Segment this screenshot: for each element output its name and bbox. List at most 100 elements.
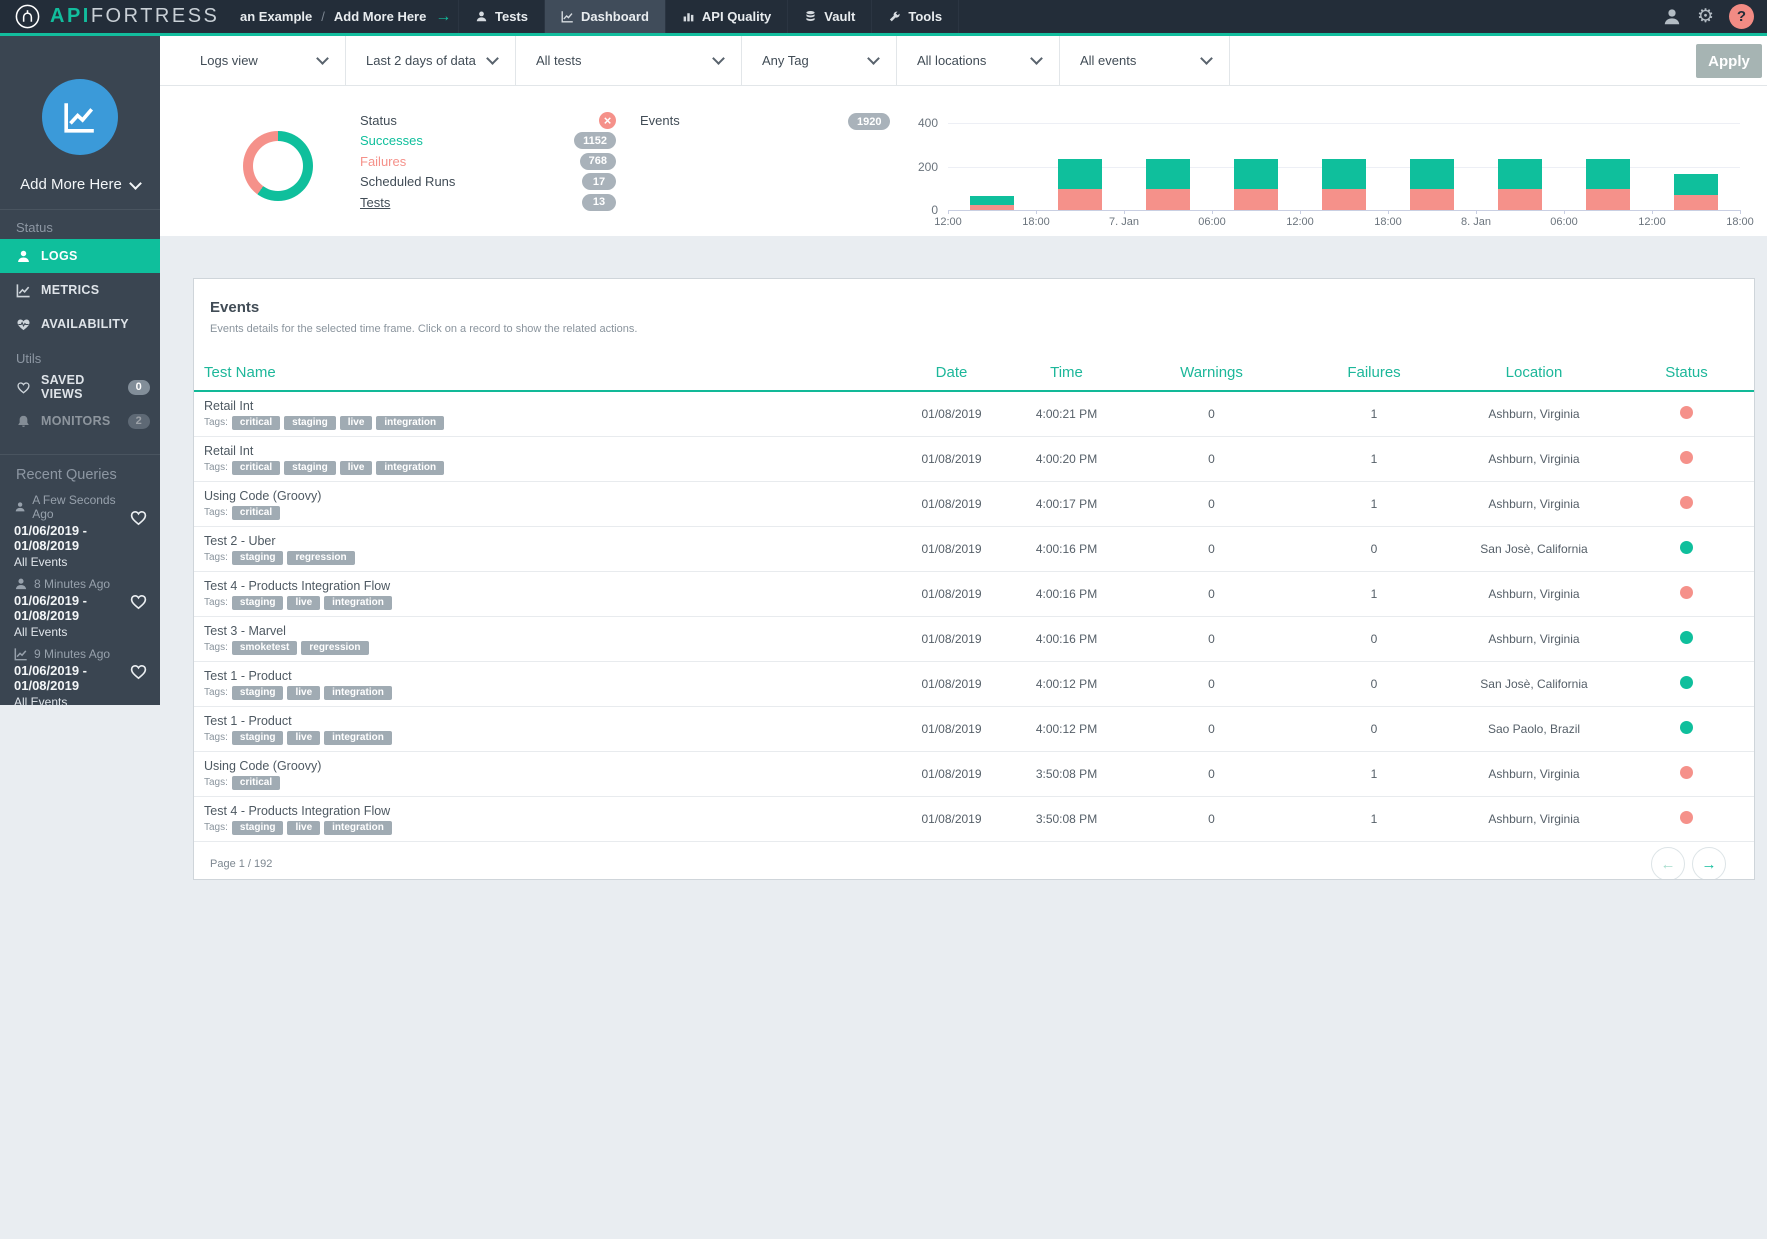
recent-query[interactable]: 8 Minutes Ago01/06/2019 - 01/08/2019All … [14, 577, 160, 639]
warnings-cell: 0 [1119, 722, 1304, 736]
filter-dropdown-label: Last 2 days of data [366, 53, 476, 68]
sidebar-item-monitors[interactable]: MONITORS2 [0, 404, 160, 438]
legend-count-badge: 17 [582, 173, 616, 190]
test-name: Test 4 - Products Integration Flow [204, 579, 889, 593]
y-axis-label: 200 [890, 160, 938, 174]
user-account-icon[interactable] [1662, 7, 1682, 27]
breadcrumb-separator: / [321, 9, 325, 24]
filter-dropdown-logs-view[interactable]: Logs view [160, 36, 346, 85]
arrow-right-icon[interactable]: → [435, 8, 451, 26]
app-logo[interactable]: APIFORTRESS [0, 3, 240, 30]
tag-live: live [340, 416, 373, 430]
status-legend: Status×Successes1152Failures768Scheduled… [360, 110, 616, 213]
table-row[interactable]: Using Code (Groovy)Tags:critical01/08/20… [194, 752, 1754, 797]
section-label-recent-queries: Recent Queries [16, 467, 160, 483]
test-name-cell: Test 4 - Products Integration FlowTags:s… [194, 804, 889, 835]
tab-tests[interactable]: Tests [458, 0, 544, 33]
date-cell: 01/08/2019 [889, 767, 1014, 781]
filter-dropdown-all-locations[interactable]: All locations [897, 36, 1060, 85]
test-name: Test 2 - Uber [204, 534, 889, 548]
axis-tick [1564, 210, 1565, 214]
gear-icon[interactable]: ⚙ [1697, 7, 1714, 27]
table-row[interactable]: Retail IntTags:criticalstagingliveintegr… [194, 437, 1754, 482]
tab-api-quality[interactable]: API Quality [665, 0, 787, 33]
apply-button[interactable]: Apply [1696, 44, 1762, 78]
table-row[interactable]: Test 1 - Product Tags:stagingliveintegrat… [194, 662, 1754, 707]
table-row[interactable]: Test 4 - Products Integration FlowTags:s… [194, 797, 1754, 842]
y-axis-label: 0 [890, 203, 938, 217]
location-cell: Ashburn, Virginia [1444, 587, 1624, 601]
favorite-heart-icon[interactable] [129, 592, 148, 611]
arrow-right-icon: → [1702, 856, 1717, 873]
filter-dropdown-last-2-days-of-data[interactable]: Last 2 days of data [346, 36, 516, 85]
tab-label: Dashboard [581, 9, 649, 24]
tags-label: Tags: [204, 642, 228, 653]
tab-tools[interactable]: Tools [871, 0, 959, 33]
test-name-cell: Test 2 - UberTags:stagingregression [194, 534, 889, 565]
column-header-failures: Failures [1304, 364, 1444, 381]
status-cell [1624, 721, 1749, 737]
next-page-button[interactable]: → [1692, 847, 1726, 880]
events-card: Events Events details for the selected t… [193, 278, 1755, 880]
tab-label: Vault [824, 9, 855, 24]
sidebar-item-availability[interactable]: AVAILABILITY [0, 307, 160, 341]
date-cell: 01/08/2019 [889, 632, 1014, 646]
user-icon [16, 249, 31, 264]
test-name: Test 1 - Product [204, 669, 889, 683]
sidebar-item-logs[interactable]: LOGS [0, 239, 160, 273]
favorite-heart-icon[interactable] [129, 508, 148, 527]
tab-vault[interactable]: Vault [787, 0, 871, 33]
sidebar: Add More Here Status LOGSMETRICSAVAILABI… [0, 36, 160, 705]
sidebar-item-metrics[interactable]: METRICS [0, 273, 160, 307]
location-cell: Sao Paolo, Brazil [1444, 722, 1624, 736]
table-row[interactable]: Retail IntTags:criticalstagingliveintegr… [194, 392, 1754, 437]
status-dot-failure [1680, 496, 1693, 509]
wrench-icon [888, 10, 901, 23]
test-name-cell: Test 1 - Product Tags:stagingliveintegrat… [194, 669, 889, 700]
filter-dropdown-all-tests[interactable]: All tests [516, 36, 742, 85]
filter-dropdown-all-events[interactable]: All events [1060, 36, 1230, 85]
axis-tick [1124, 210, 1125, 214]
card-title: Events [210, 299, 1754, 316]
help-icon[interactable]: ? [1729, 4, 1754, 29]
status-cell [1624, 586, 1749, 602]
tab-dashboard[interactable]: Dashboard [544, 0, 665, 33]
breadcrumb-project[interactable]: an Example [240, 9, 312, 24]
project-selector[interactable]: Add More Here [0, 176, 160, 193]
status-legend-tests[interactable]: Tests13 [360, 192, 616, 213]
axis-tick [1036, 210, 1037, 214]
status-cell [1624, 541, 1749, 557]
nav-tabs: Tests Dashboard API Quality Vault Tools [458, 0, 959, 33]
tags-line: Tags:stagingliveintegration [204, 686, 889, 700]
recent-query[interactable]: A Few Seconds Ago01/06/2019 - 01/08/2019… [14, 493, 160, 569]
project-avatar[interactable] [42, 79, 118, 155]
chart-line-icon [561, 10, 574, 23]
bar-group [1674, 174, 1718, 210]
table-row[interactable]: Test 3 - MarvelTags:smoketestregression0… [194, 617, 1754, 662]
table-row[interactable]: Test 1 - ProductTags:stagingliveintegrat… [194, 707, 1754, 752]
failures-bar-segment [1674, 195, 1718, 210]
table-row[interactable]: Test 2 - UberTags:stagingregression01/08… [194, 527, 1754, 572]
bar-group [1058, 159, 1102, 210]
successes-bar-segment [1410, 159, 1454, 189]
status-legend-scheduled-runs: Scheduled Runs17 [360, 172, 616, 193]
table-row[interactable]: Using Code (Groovy)Tags:critical01/08/20… [194, 482, 1754, 527]
table-row[interactable]: Test 4 - Products Integration FlowTags:s… [194, 572, 1754, 617]
breadcrumb: an Example / Add More Here → [240, 8, 458, 26]
status-dot-failure [1680, 766, 1693, 779]
failures-cell: 1 [1304, 812, 1444, 826]
prev-page-button[interactable]: ← [1651, 847, 1685, 880]
test-name-cell: Retail IntTags:criticalstagingliveintegr… [194, 444, 889, 475]
x-axis-label: 18:00 [1358, 216, 1418, 228]
axis-tick [948, 210, 949, 214]
test-name-cell: Test 4 - Products Integration FlowTags:s… [194, 579, 889, 610]
recent-query[interactable]: 9 Minutes Ago01/06/2019 - 01/08/2019All … [14, 647, 160, 705]
filter-dropdown-any-tag[interactable]: Any Tag [742, 36, 897, 85]
favorite-heart-icon[interactable] [129, 662, 148, 681]
filter-bar: Logs view Last 2 days of data All testsAny… [160, 36, 1767, 86]
breadcrumb-page[interactable]: Add More Here [334, 9, 426, 24]
location-cell: San Josè, California [1444, 542, 1624, 556]
sidebar-item-saved-views[interactable]: SAVED VIEWS0 [0, 370, 160, 404]
logo-api: API [50, 5, 91, 27]
tags-line: Tags:criticalstagingliveintegration [204, 416, 889, 430]
